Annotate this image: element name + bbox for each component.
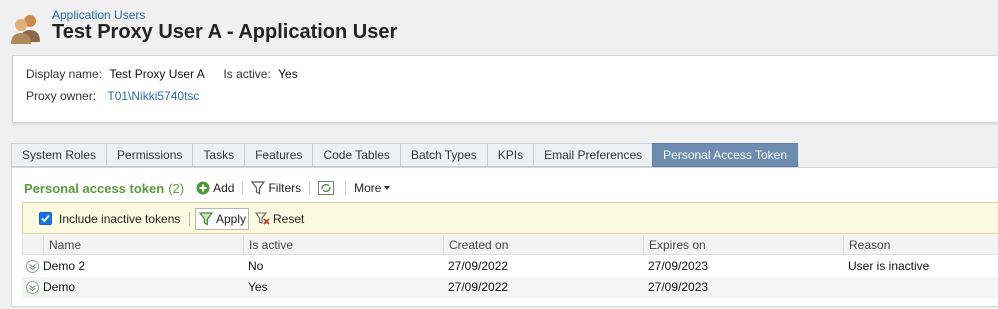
reset-label: Reset	[273, 212, 305, 226]
column-header-reason[interactable]: Reason	[843, 235, 998, 255]
more-button[interactable]: More	[354, 181, 394, 195]
cell-name: Demo	[43, 280, 76, 294]
tab-kpis[interactable]: KPIs	[486, 143, 534, 167]
tab-system-roles[interactable]: System Roles	[11, 143, 107, 167]
apply-label: Apply	[216, 212, 247, 226]
reset-filter-icon	[255, 212, 270, 225]
caret-down-icon	[384, 186, 391, 190]
display-name-label: Display name:	[26, 67, 103, 81]
table-row[interactable]: Demo Yes 27/09/2022 27/09/2023	[22, 277, 998, 298]
users-icon	[11, 15, 40, 44]
filter-icon	[251, 181, 266, 195]
info-row-1: Display name: Test Proxy User A Is activ…	[26, 67, 298, 81]
cell-created-on: 27/09/2022	[448, 280, 509, 294]
tab-code-tables[interactable]: Code Tables	[312, 143, 400, 167]
cell-reason	[843, 277, 848, 298]
include-inactive-checkbox[interactable]	[39, 212, 52, 225]
add-label: Add	[213, 181, 235, 195]
cell-is-active: Yes	[248, 280, 268, 294]
tab-tasks[interactable]: Tasks	[192, 143, 245, 167]
apply-filter-icon	[199, 212, 213, 226]
checkmark-icon	[41, 214, 50, 223]
column-header-created-on[interactable]: Created on	[443, 235, 643, 255]
reset-button[interactable]: Reset	[255, 208, 304, 230]
filters-label: Filters	[268, 181, 302, 195]
proxy-owner-link[interactable]: T01\Nikki5740tsc	[107, 89, 199, 103]
filter-divider	[189, 212, 190, 226]
cell-is-active: No	[248, 259, 264, 273]
cell-created-on: 27/09/2022	[448, 259, 509, 273]
grid-header: Name Is active Created on Expires on Rea…	[22, 235, 998, 255]
more-label: More	[354, 181, 382, 195]
info-row-2: Proxy owner: T01\Nikki5740tsc	[26, 89, 199, 103]
column-header-name[interactable]: Name	[43, 235, 243, 255]
panel-count: (2)	[168, 180, 185, 196]
user-info-panel: Display name: Test Proxy User A Is activ…	[12, 55, 998, 123]
filters-button[interactable]: Filters	[251, 181, 301, 195]
cell-name: Demo 2	[43, 259, 86, 273]
page-header: Application Users Test Proxy User A - Ap…	[0, 0, 998, 52]
cell-reason: User is inactive	[848, 259, 930, 273]
is-active-value: Yes	[278, 67, 298, 81]
toolbar-divider	[309, 181, 311, 195]
proxy-owner-label: Proxy owner:	[26, 89, 97, 103]
tab-features[interactable]: Features	[244, 143, 313, 167]
refresh-button[interactable]	[318, 181, 337, 195]
tab-content-panel: Personal access token (2) Add Filters Mo…	[11, 167, 998, 307]
display-name-value: Test Proxy User A	[109, 67, 205, 81]
tab-bar: System Roles Permissions Tasks Features …	[11, 143, 799, 167]
page-title: Test Proxy User A - Application User	[52, 21, 398, 43]
tab-personal-access-token[interactable]: Personal Access Token	[652, 143, 799, 167]
grid-header-expander	[22, 235, 43, 255]
toolbar-divider	[345, 181, 347, 195]
apply-button[interactable]: Apply	[195, 208, 249, 230]
tab-email-preferences[interactable]: Email Preferences	[533, 143, 653, 167]
tab-permissions[interactable]: Permissions	[106, 143, 193, 167]
refresh-icon	[318, 181, 335, 195]
is-active-label: Is active:	[223, 67, 271, 81]
toolbar-divider	[242, 181, 244, 195]
cell-expires-on: 27/09/2023	[648, 280, 709, 294]
panel-title: Personal access token	[24, 180, 165, 196]
add-icon	[196, 181, 210, 195]
tab-batch-types[interactable]: Batch Types	[399, 143, 487, 167]
cell-expires-on: 27/09/2023	[648, 259, 709, 273]
panel-toolbar: Personal access token (2) Add Filters Mo…	[24, 179, 402, 197]
column-header-is-active[interactable]: Is active	[243, 235, 443, 255]
filter-bar: Include inactive tokens Apply Reset	[22, 202, 998, 234]
column-header-expires-on[interactable]: Expires on	[643, 235, 843, 255]
breadcrumb[interactable]: Application Users	[52, 8, 145, 22]
table-row[interactable]: Demo 2 No 27/09/2022 27/09/2023 User is …	[22, 256, 998, 277]
include-inactive-label[interactable]: Include inactive tokens	[59, 212, 180, 226]
add-button[interactable]: Add	[196, 181, 234, 195]
